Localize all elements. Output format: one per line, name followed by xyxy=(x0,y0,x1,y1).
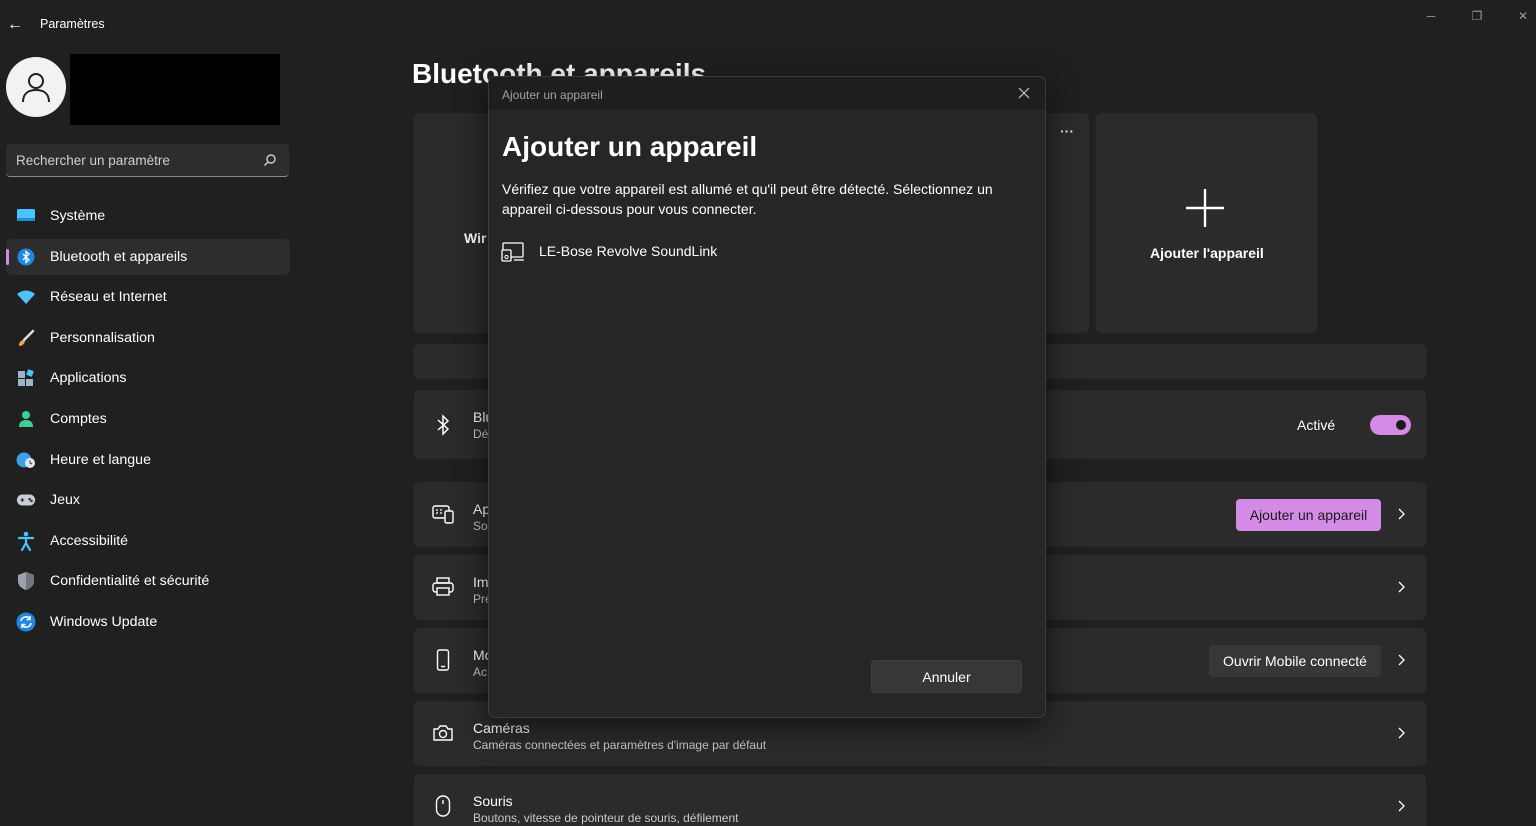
back-button[interactable]: ← xyxy=(4,14,26,36)
close-icon: ✕ xyxy=(1517,9,1529,23)
chevron-right-icon xyxy=(1398,508,1405,520)
more-options-icon[interactable]: ··· xyxy=(1060,123,1074,139)
devices-row-subtitle: So xyxy=(473,519,488,533)
app-title: Paramètres xyxy=(40,17,105,31)
user-icon xyxy=(22,73,50,103)
keyboard-icon xyxy=(432,503,454,525)
redacted-account-name xyxy=(70,54,280,125)
dialog-close-icon[interactable] xyxy=(1017,86,1031,100)
camera-icon xyxy=(432,722,454,744)
phone-icon xyxy=(432,649,454,671)
brush-icon xyxy=(16,329,36,347)
sidebar-item-label: Jeux xyxy=(50,492,80,509)
sidebar-item-label: Personnalisation xyxy=(50,329,155,346)
dialog-window-title: Ajouter un appareil xyxy=(502,88,603,102)
accessibility-icon xyxy=(16,531,36,551)
sidebar-item-comptes[interactable]: Comptes xyxy=(6,401,290,437)
chevron-right-icon xyxy=(1398,800,1405,812)
sidebar-item-label: Comptes xyxy=(50,410,107,427)
dialog-title-bar: Ajouter un appareil xyxy=(489,77,1045,110)
add-device-tile-label: Ajouter l'appareil xyxy=(1150,245,1264,261)
bluetooth-icon xyxy=(16,248,36,266)
printer-icon xyxy=(432,576,454,598)
sidebar-item-label: Accessibilité xyxy=(50,532,129,549)
sidebar-item-bluetooth[interactable]: Bluetooth et appareils xyxy=(6,238,290,275)
update-icon xyxy=(16,612,36,632)
sidebar-item-label: Windows Update xyxy=(50,613,158,630)
back-arrow-icon: ← xyxy=(7,16,23,33)
sidebar-item-reseau[interactable]: Réseau et Internet xyxy=(6,279,290,315)
mobile-row-subtitle: Ac xyxy=(473,665,488,679)
restore-icon: ❐ xyxy=(1471,9,1483,23)
plus-icon xyxy=(1186,189,1224,227)
search-input[interactable] xyxy=(16,144,256,176)
chevron-right-icon xyxy=(1398,581,1405,593)
bluetooth-status: Activé xyxy=(1297,417,1336,433)
sidebar-item-label: Système xyxy=(50,208,106,224)
bluetooth-row-subtitle: Dé xyxy=(473,427,489,441)
title-bar: ← Paramètres ─ ❐ ✕ xyxy=(0,0,1536,48)
chevron-right-icon xyxy=(1398,727,1405,739)
discovered-device-item[interactable]: LE-Bose Revolve SoundLink xyxy=(499,237,899,265)
avatar[interactable] xyxy=(6,57,66,117)
minimize-icon: ─ xyxy=(1426,9,1436,23)
mouse-row[interactable]: Souris Boutons, vitesse de pointeur de s… xyxy=(414,774,1426,826)
close-window-button[interactable]: ✕ xyxy=(1501,6,1536,26)
mouse-row-subtitle: Boutons, vitesse de pointeur de souris, … xyxy=(473,811,739,825)
sidebar-item-label: Heure et langue xyxy=(50,451,151,468)
open-phone-link-button[interactable]: Ouvrir Mobile connecté xyxy=(1209,645,1381,677)
search-icon[interactable] xyxy=(263,153,277,167)
dialog-description: Vérifiez que votre appareil est allumé e… xyxy=(502,181,993,217)
search-box[interactable] xyxy=(6,144,289,177)
add-device-dialog: Ajouter un appareil Ajouter un appareil … xyxy=(488,76,1046,718)
add-device-button[interactable]: Ajouter un appareil xyxy=(1236,499,1381,531)
gamepad-icon xyxy=(16,491,36,509)
globe-clock-icon xyxy=(16,451,36,469)
sidebar: Système Bluetooth et appareils Réseau et… xyxy=(0,48,300,826)
sidebar-item-label: Réseau et Internet xyxy=(50,289,167,306)
sidebar-nav: Système Bluetooth et appareils Réseau et… xyxy=(6,198,290,645)
sidebar-item-label: Confidentialité et sécurité xyxy=(50,573,210,590)
dialog-heading: Ajouter un appareil xyxy=(502,131,758,162)
sidebar-item-accessibilite[interactable]: Accessibilité xyxy=(6,523,290,559)
sidebar-item-label: Applications xyxy=(50,370,127,387)
shield-icon xyxy=(16,572,36,591)
sidebar-item-applications[interactable]: Applications xyxy=(6,360,290,396)
bluetooth-icon xyxy=(432,414,454,436)
device-tile-label: Wir xyxy=(464,230,487,246)
restore-button[interactable]: ❐ xyxy=(1455,6,1499,26)
sidebar-item-systeme[interactable]: Système xyxy=(6,198,290,234)
add-device-tile[interactable]: Ajouter l'appareil xyxy=(1096,113,1317,333)
sidebar-item-confidentialite[interactable]: Confidentialité et sécurité xyxy=(6,563,290,599)
person-icon xyxy=(16,410,36,428)
monitor-icon xyxy=(16,207,36,225)
minimize-button[interactable]: ─ xyxy=(1409,6,1453,26)
sidebar-item-personnalisation[interactable]: Personnalisation xyxy=(6,320,290,356)
cancel-button[interactable]: Annuler xyxy=(871,660,1022,693)
sidebar-item-heure-langue[interactable]: Heure et langue xyxy=(6,442,290,478)
wifi-icon xyxy=(16,288,36,306)
apps-icon xyxy=(16,369,36,387)
cameras-row-title: Caméras xyxy=(473,720,530,736)
mouse-icon xyxy=(432,795,454,817)
audio-device-icon xyxy=(501,242,524,262)
sidebar-item-label: Bluetooth et appareils xyxy=(50,248,188,265)
cameras-row-subtitle: Caméras connectées et paramètres d'image… xyxy=(473,738,767,752)
bluetooth-toggle[interactable] xyxy=(1370,415,1411,435)
chevron-right-icon xyxy=(1398,654,1405,666)
sidebar-item-jeux[interactable]: Jeux xyxy=(6,482,290,518)
printers-row-title: Im xyxy=(473,574,489,590)
sidebar-item-windows-update[interactable]: Windows Update xyxy=(6,604,290,640)
mouse-row-title: Souris xyxy=(473,793,513,809)
device-name: LE-Bose Revolve SoundLink xyxy=(539,243,718,259)
